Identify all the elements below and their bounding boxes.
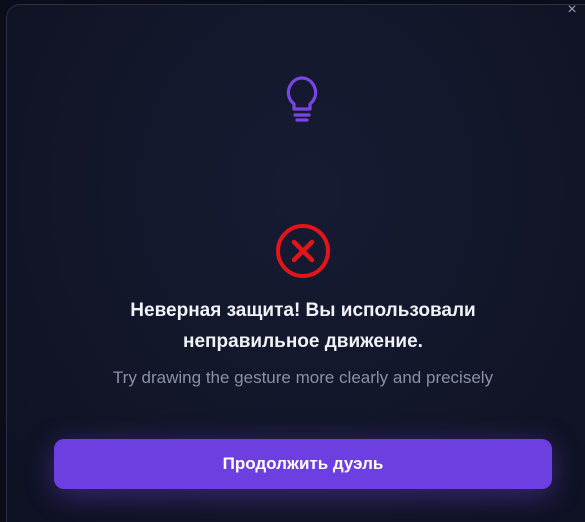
result-dialog: × Неверная защита! Вы использовали непра… <box>6 1 585 522</box>
error-x-circle-icon <box>276 224 330 278</box>
result-title: Неверная защита! Вы использовали неправи… <box>130 300 476 352</box>
continue-duel-button[interactable]: Продолжить дуэль <box>54 439 552 489</box>
close-icon[interactable]: × <box>563 1 581 19</box>
result-subtitle: Try drawing the gesture more clearly and… <box>112 368 494 387</box>
lightbulb-icon <box>286 76 318 122</box>
screen: × Неверная защита! Вы использовали непра… <box>0 0 585 522</box>
